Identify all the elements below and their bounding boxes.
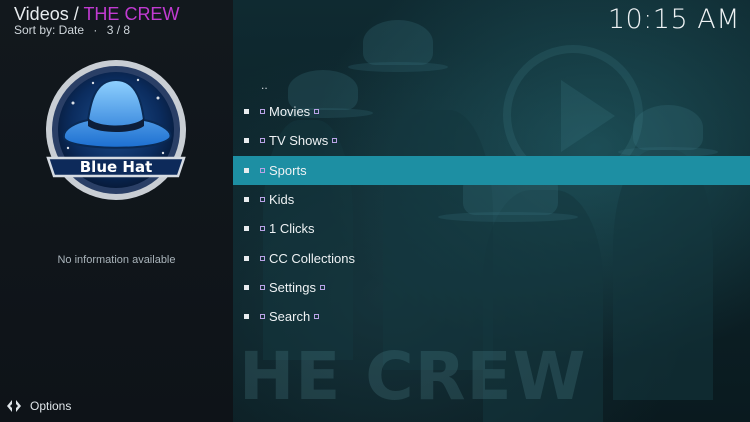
bullet-icon [244,255,249,261]
bullet-icon [244,167,249,173]
bullet-icon [244,226,249,232]
options-icon [7,400,21,412]
menu-item-cc-collections[interactable]: CC Collections [233,243,750,272]
breadcrumb: THE CREW [83,4,180,24]
folder-marker-icon [260,226,265,232]
menu-item-tv-shows[interactable]: TV Shows [233,126,750,155]
menu-item-1-clicks[interactable]: 1 Clicks [233,214,750,243]
bullet-icon [244,197,249,203]
logo-text: Blue Hat [80,158,153,176]
section-title: Videos [14,4,69,24]
folder-marker-icon [260,284,265,290]
sort-info: Sort by: Date · 3 / 8 [14,23,136,37]
menu-item-label: Kids [269,192,295,208]
blue-hat-logo: Blue Hat [46,60,186,200]
folder-marker-icon [260,314,265,320]
menu-item-sports[interactable]: Sports [233,155,750,185]
sort-label: Sort by: Date [14,23,85,37]
menu-item-label: 1 Clicks [269,221,315,237]
bullet-icon [244,138,249,144]
submenu-marker-icon [314,314,320,320]
menu-item-label: CC Collections [269,250,355,266]
folder-marker-icon [260,109,265,115]
menu-item-label: TV Shows [269,133,329,149]
folder-marker-icon [260,255,265,261]
sort-dot: · [93,23,98,37]
menu-item-label: Movies [269,104,311,120]
options-button[interactable]: Options [6,398,71,414]
item-position: 3 / 8 [106,23,131,37]
folder-marker-icon [260,197,265,203]
breadcrumb-separator: / [73,4,79,24]
bullet-icon [244,314,249,320]
folder-marker-icon [260,138,265,144]
menu-item-movies[interactable]: Movies [233,97,750,126]
bullet-icon [244,109,249,115]
menu-item-kids[interactable]: Kids [233,185,750,214]
menu-item-label: Sports [269,162,307,178]
fanart-title-text: HE CREW [239,338,587,415]
submenu-marker-icon [319,284,325,290]
parent-folder-item[interactable]: .. [261,78,268,92]
clock: 10:15 AM [607,4,740,35]
submenu-marker-icon [332,138,338,144]
menu-item-label: Settings [269,279,316,295]
no-info-text: No information available [57,254,176,266]
bullet-icon [244,284,249,290]
options-label: Options [30,399,72,413]
page-title: Videos / THE CREW [14,4,179,25]
submenu-marker-icon [314,109,320,115]
menu-item-search[interactable]: Search [233,302,750,331]
folder-marker-icon [260,167,265,173]
menu-item-label: Search [269,309,311,325]
info-panel: Videos / THE CREW Sort by: Date · 3 / 8 [0,0,233,422]
menu-list: Movies TV Shows Sports Kids 1 Clicks CC Colle… [233,97,750,331]
menu-item-settings[interactable]: Settings [233,273,750,302]
